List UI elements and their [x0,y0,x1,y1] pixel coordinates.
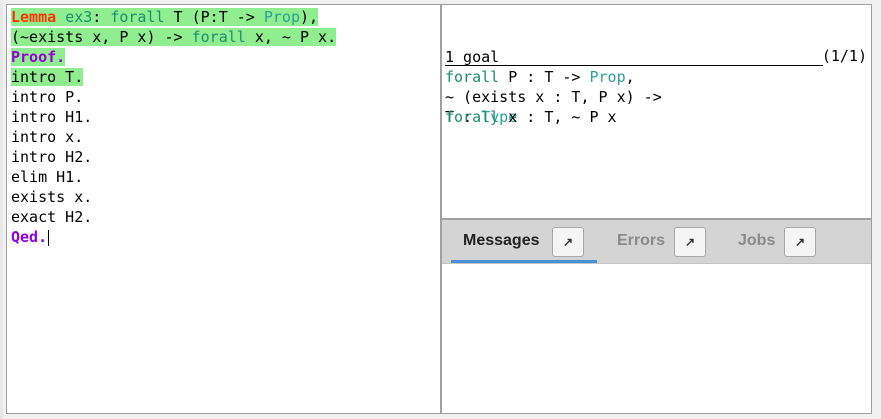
line-text: intro H2. [11,148,92,166]
goal-line: ~ (exists x : T, P x) -> [445,87,662,107]
goal-index: (1/1) [821,47,867,65]
editor-token: ex3 [65,8,93,26]
editor-token: Lemma [11,8,57,26]
goal-line: forall P : T -> Prop, [445,67,662,87]
jobs-detach-button[interactable]: ↗ [784,227,816,257]
line-text: exact H2. [11,208,92,226]
editor-token: forall [191,28,246,46]
editor-token: ), [300,8,319,26]
line-text: Qed. [11,228,47,246]
line-text: intro x. [11,128,83,146]
goal-count: 1 goal [445,48,500,66]
window-left-edge [0,0,3,419]
editor-token: x, ~ P x. [245,28,337,46]
active-tab-indicator [451,260,597,263]
editor-line: intro T. [11,67,336,87]
editor-token: intro H2. [11,148,93,166]
editor-line: intro x. [11,127,336,147]
editor-code[interactable]: Lemma ex3: forall T (P:T -> Prop), (~exis… [11,7,337,247]
editor-token: (~exists x, P x) -> [11,28,192,46]
editor-token: exact H2. [11,208,93,226]
text-cursor [48,229,50,246]
editor-line: (~exists x, P x) -> forall x, ~ P x. [11,27,337,47]
editor-token: intro T. [11,68,84,86]
editor-token: Proof. [11,48,66,66]
editor-line: intro H1. [11,107,336,127]
line-text: ~ (exists x : T, P x) -> [445,88,662,106]
line-text: exists x. [11,188,92,206]
processed-region: (~exists x, P x) -> forall x, ~ P x. [11,28,337,46]
message-tabs: Messages ↗ Errors ↗ Jobs ↗ [442,220,871,264]
tab-jobs[interactable]: Jobs ↗ [717,220,827,264]
editor-line: Lemma ex3: forall T (P:T -> Prop), [11,7,336,27]
goal-separator [445,65,823,66]
editor-token: T (P:T -> [164,8,264,26]
tab-messages-label: Messages [463,232,540,249]
editor-token [56,8,65,26]
editor-line: intro H2. [11,147,336,167]
tab-errors[interactable]: Errors ↗ [602,220,717,264]
goal-token: forall [445,108,500,126]
editor-line: exact H2. [11,207,336,227]
editor-token: forall [110,8,165,26]
goal-token: forall [445,68,500,86]
editor-token: intro H1. [11,108,93,126]
goal-token: ~ (exists x : T, P x) -> [445,88,662,106]
line-text: forall x : T, ~ P x [445,108,617,126]
goals-panel: 1 goal T : Type (1/1) forall P : T -> Pr… [441,4,872,219]
tab-jobs-label: Jobs [738,232,776,249]
processed-region: Lemma ex3: forall T (P:T -> Prop), [11,8,319,26]
goal-token: x : T, ~ P x [499,108,617,126]
goal-token: , [625,68,635,86]
editor-token: : [92,8,111,26]
tab-errors-label: Errors [617,232,666,249]
editor-token: Qed. [11,228,48,246]
editor-line: elim H1. [11,167,336,187]
editor-line: Qed. [11,227,336,247]
processed-region: Proof. [11,48,66,66]
goal-token: P : T -> [499,68,590,86]
editor-token: elim H1. [11,168,84,186]
goal-token: Prop [589,68,626,86]
editor-token: Prop [263,8,300,26]
processed-region: intro T. [11,68,84,86]
editor-line: exists x. [11,187,336,207]
errors-detach-button[interactable]: ↗ [674,227,706,257]
editor-token: intro P. [11,88,84,106]
editor-token: intro x. [11,128,84,146]
goal-conclusion: forall P : T -> Prop, ~ (exists x : T, P … [445,67,662,127]
line-text: elim H1. [11,168,83,186]
line-text: intro H1. [11,108,92,126]
tab-messages[interactable]: Messages ↗ [442,220,602,264]
goal-line: forall x : T, ~ P x [445,107,662,127]
line-text: intro P. [11,88,83,106]
messages-panel: Messages ↗ Errors ↗ Jobs ↗ [441,219,872,414]
line-text: forall P : T -> Prop, [445,68,635,86]
editor-token: exists x. [11,188,93,206]
editor-line: Proof. [11,47,336,67]
script-editor[interactable]: Lemma ex3: forall T (P:T -> Prop), (~exis… [6,4,441,414]
editor-line: intro P. [11,87,336,107]
messages-detach-button[interactable]: ↗ [552,227,584,257]
